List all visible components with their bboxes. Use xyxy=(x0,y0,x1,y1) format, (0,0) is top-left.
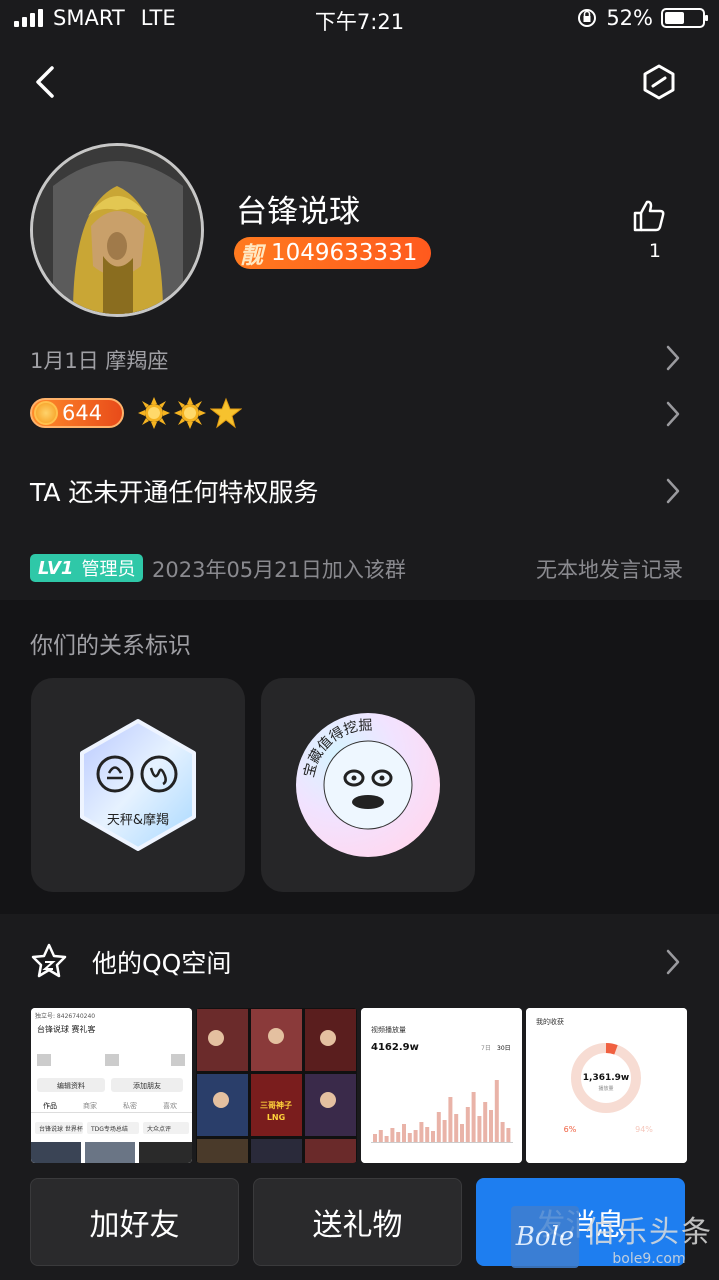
relation-card1-label: 天秤&摩羯 xyxy=(107,812,169,828)
thumb1-item3: 大众点评 xyxy=(147,1125,171,1133)
admin-level: LV1 xyxy=(38,557,74,579)
coin-badge[interactable]: 644 xyxy=(30,398,124,428)
thumb3-bar xyxy=(506,1128,511,1142)
star-level-icon xyxy=(210,397,242,429)
qq-number-badge: 靓 1049633331 xyxy=(234,237,432,269)
zodiac-hexagon-icon: 天秤&摩羯 xyxy=(80,719,196,851)
thumb3-bar xyxy=(465,1107,470,1142)
thumb3-bar xyxy=(407,1133,412,1142)
thumb3-title: 视频播放量 xyxy=(371,1025,406,1034)
coin-icon xyxy=(34,401,58,425)
thumbs-up-icon[interactable] xyxy=(629,198,669,234)
speech-record[interactable]: 无本地发言记录 xyxy=(536,554,683,584)
thumb2-caption2: LNG xyxy=(267,1113,285,1122)
thumb3-bar xyxy=(431,1131,435,1142)
watermark: Bole 伯乐头条 bole9.com xyxy=(511,1206,713,1268)
relation-section: 你们的关系标识 天秤&摩羯 宝藏值得挖掘 xyxy=(0,600,719,914)
sun-level-icon xyxy=(174,397,206,429)
chevron-right-icon[interactable] xyxy=(665,344,681,372)
thumb1-item2: TDG专场总结 xyxy=(90,1125,128,1133)
thumb1-tab4: 喜欢 xyxy=(163,1101,177,1110)
avatar-image xyxy=(33,146,201,314)
thumb3-bar xyxy=(477,1116,482,1142)
qzone-thumbnail[interactable]: 独立号: 8426740240 台锋说球 赛礼客 编辑资料 添加朋友 作品 商家… xyxy=(31,1008,192,1163)
qzone-title[interactable]: 他的QQ空间 xyxy=(92,944,231,980)
qzone-thumbnail[interactable]: 三哥神子 LNG xyxy=(196,1008,357,1163)
add-friend-button[interactable]: 加好友 xyxy=(30,1178,239,1266)
thumb4-pct1: 6% xyxy=(564,1125,577,1134)
thumb3-bar xyxy=(436,1112,441,1142)
thumb3-bar xyxy=(471,1092,476,1142)
settings-hexagon-icon[interactable] xyxy=(639,62,679,102)
watermark-url: bole9.com xyxy=(612,1251,686,1267)
thumb4-value: 1,361.9w xyxy=(583,1073,629,1083)
relation-card-zodiac[interactable]: 天秤&摩羯 xyxy=(31,678,245,892)
profile-section: 台锋说球 靓 1049633331 1 1月1日 摩羯座 644 TA 还未开通… xyxy=(0,40,719,600)
thumb3-bar xyxy=(442,1120,447,1142)
qq-number: 1049633331 xyxy=(271,240,418,266)
chevron-right-icon[interactable] xyxy=(665,948,681,976)
battery-info: 52% xyxy=(576,6,708,30)
status-bar: SMART LTE 下午7:21 52% xyxy=(0,0,719,40)
thumb3-bar xyxy=(425,1127,430,1142)
thumb3-bar xyxy=(500,1122,505,1142)
sun-level-icon xyxy=(138,397,170,429)
thumb4-pct2: 94% xyxy=(635,1125,653,1134)
thumb3-bar xyxy=(494,1080,499,1142)
privilege-text[interactable]: TA 还未开通任何特权服务 xyxy=(30,473,318,509)
admin-role: 管理员 xyxy=(81,559,136,580)
back-arrow-icon[interactable] xyxy=(30,62,60,102)
thumb3-bar xyxy=(396,1132,401,1142)
thumb3-bar xyxy=(378,1130,383,1142)
coin-value: 644 xyxy=(62,401,103,425)
battery-icon xyxy=(661,8,708,28)
relation-title: 你们的关系标识 xyxy=(30,633,191,659)
thumb3-bar xyxy=(402,1124,406,1142)
level-icons[interactable] xyxy=(138,397,242,429)
thumb1-name: 台锋说球 赛礼客 xyxy=(37,1024,96,1034)
admin-badge: LV1 管理员 xyxy=(30,554,144,582)
chevron-right-icon[interactable] xyxy=(665,477,681,505)
thumb3-bar xyxy=(448,1097,453,1142)
thumb1-tab1: 作品 xyxy=(43,1101,57,1110)
thumb4-sub: 播放量 xyxy=(598,1085,613,1092)
thumb1-btn1: 编辑资料 xyxy=(57,1081,85,1090)
thumb1-item1: 台锋说球 世界杯 xyxy=(39,1125,83,1133)
rotation-lock-icon xyxy=(578,9,597,27)
thumb4-title: 我的收获 xyxy=(536,1017,564,1026)
avatar[interactable] xyxy=(30,143,204,317)
send-gift-button[interactable]: 送礼物 xyxy=(253,1178,462,1266)
premium-number-mark: 靓 xyxy=(240,243,263,269)
thumb1-id: 独立号: 8426740240 xyxy=(35,1012,95,1020)
like-count: 1 xyxy=(648,240,661,262)
thumb3-value: 4162.9w xyxy=(371,1042,419,1053)
watermark-text: 伯乐头条 xyxy=(585,1215,713,1250)
relation-card-treasure[interactable]: 宝藏值得挖掘 xyxy=(261,678,475,892)
thumb2-caption1: 三哥神子 xyxy=(260,1100,292,1110)
thumb3-tab1: 7日 xyxy=(481,1045,491,1052)
profile-name: 台锋说球 xyxy=(236,194,360,230)
battery-percent: 52% xyxy=(606,6,653,30)
qzone-star-icon xyxy=(31,943,67,978)
thumb3-bar xyxy=(373,1134,377,1142)
thumb3-bar xyxy=(460,1124,464,1142)
thumb1-tab3: 私密 xyxy=(123,1101,137,1110)
qzone-thumbnail[interactable]: 视频播放量 4162.9w 7日 30日 xyxy=(361,1008,522,1163)
thumb3-bar xyxy=(390,1128,395,1142)
thumb3-bar xyxy=(483,1102,488,1142)
thumb3-bar xyxy=(384,1136,389,1142)
thumb1-tab2: 商家 xyxy=(83,1101,97,1110)
thumb3-bar xyxy=(454,1114,459,1142)
thumb3-bar xyxy=(489,1110,493,1142)
thumb3-tab2: 30日 xyxy=(497,1045,511,1052)
chevron-right-icon[interactable] xyxy=(665,400,681,428)
birthday-zodiac: 1月1日 摩羯座 xyxy=(30,349,169,373)
join-date: 2023年05月21日加入该群 xyxy=(152,558,406,582)
thumb1-btn2: 添加朋友 xyxy=(133,1081,161,1090)
smiley-medal-icon: 宝藏值得挖掘 xyxy=(296,713,440,857)
thumb3-bar xyxy=(419,1122,424,1142)
qzone-thumbnail[interactable]: 我的收获 1,361.9w 播放量 6% 94% xyxy=(526,1008,687,1163)
watermark-logo: Bole xyxy=(511,1206,579,1268)
thumb3-bar xyxy=(413,1130,418,1142)
